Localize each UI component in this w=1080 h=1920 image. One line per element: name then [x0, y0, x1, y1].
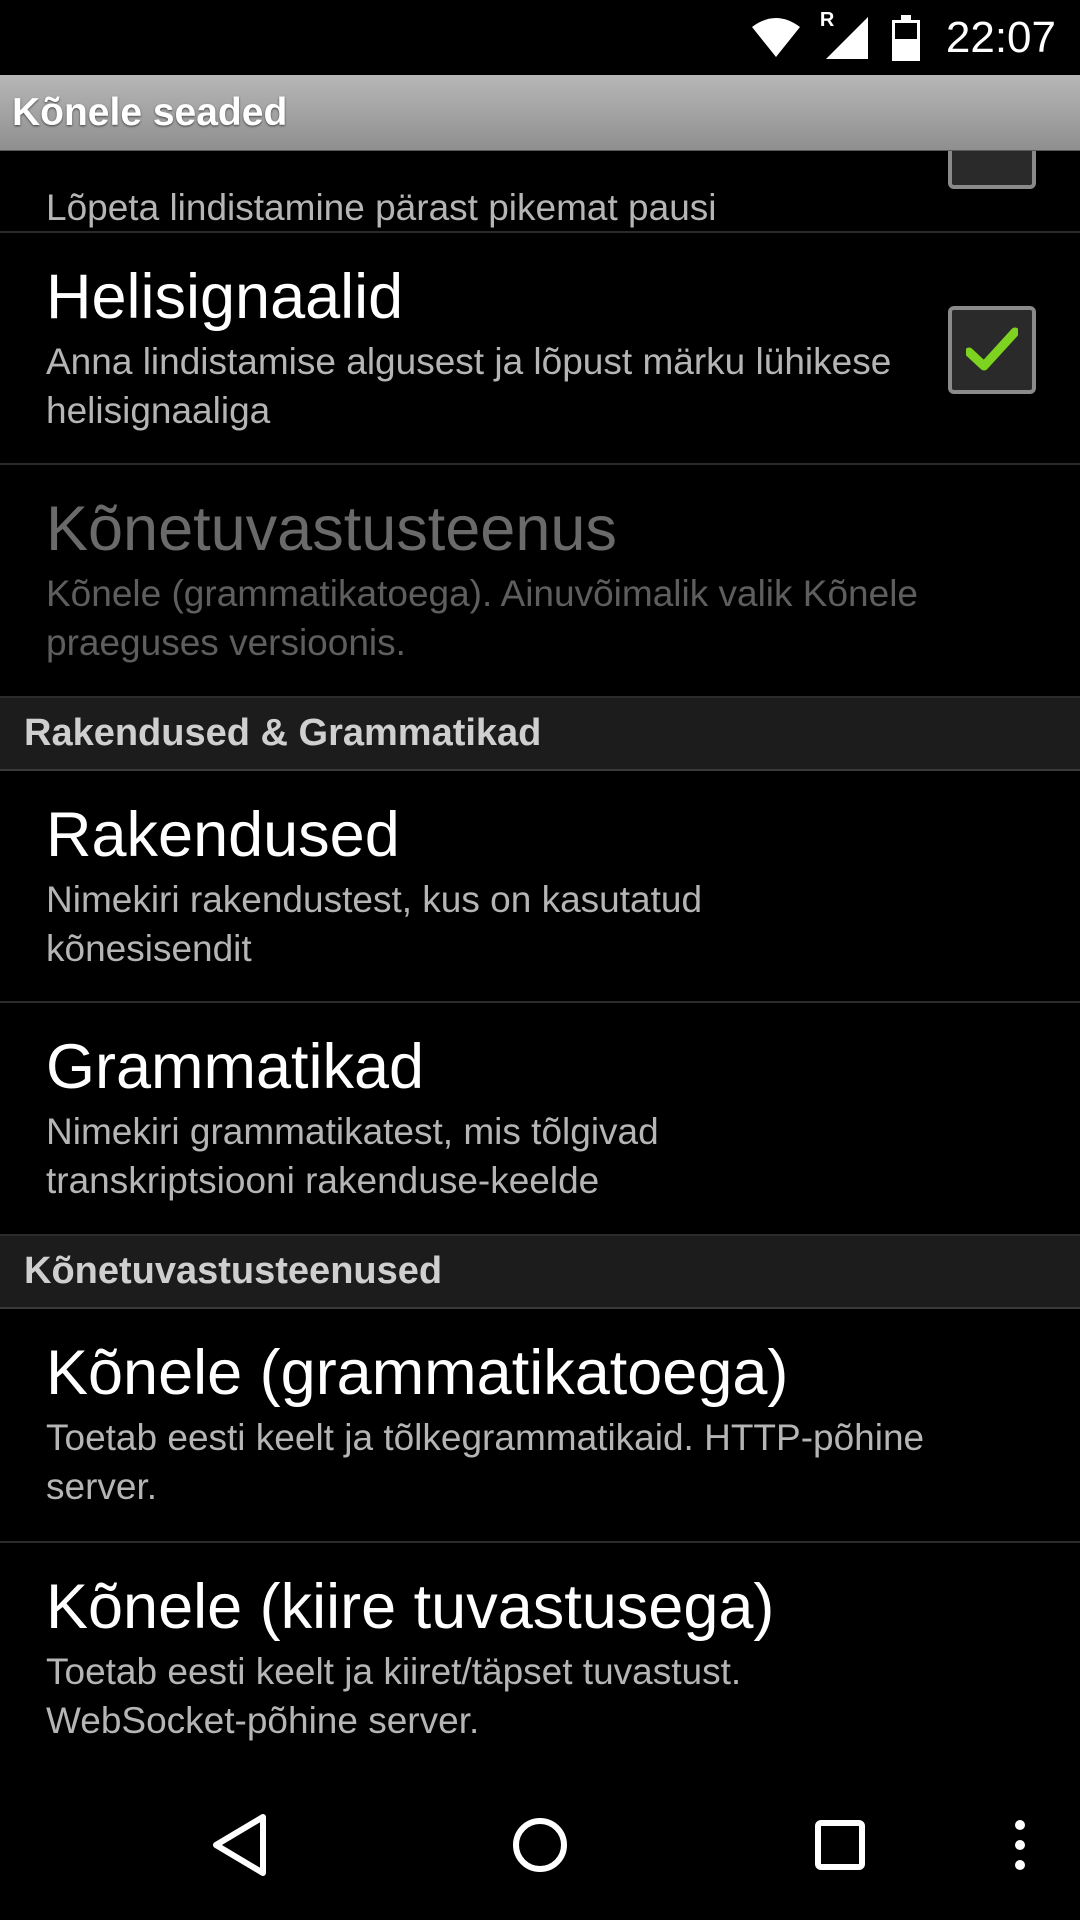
pref-grammatikad[interactable]: Grammatikad Nimekiri grammatikatest, mis… — [0, 1003, 1080, 1236]
pref-service-fast[interactable]: Kõnele (kiire tuvastusega) Toetab eesti … — [0, 1543, 1080, 1751]
pref-title: Rakendused — [46, 800, 400, 870]
app-title: Kõnele seaded — [12, 91, 288, 134]
pref-service-grammar[interactable]: Kõnele (grammatikatoega) Toetab eesti ke… — [0, 1309, 1080, 1543]
home-button[interactable] — [480, 1770, 600, 1920]
category-apps-grammars: Rakendused & Grammatikad — [0, 698, 1080, 771]
pref-helisignaalid[interactable]: Helisignaalid Anna lindistamise algusest… — [0, 233, 1080, 465]
app-title-bar: Kõnele seaded — [0, 75, 1080, 151]
pref-summary: Anna lindistamise algusest ja lõpust mär… — [46, 341, 892, 431]
pref-summary: Kõnele (grammatikatoega). Ainuvõimalik v… — [46, 573, 918, 663]
pref-checkbox[interactable] — [948, 151, 1036, 189]
pref-rakendused[interactable]: Rakendused Nimekiri rakendustest, kus on… — [0, 771, 1080, 1003]
preferences-list[interactable]: Lõpeta lindistamine pärast pikemat pausi… — [0, 151, 1080, 1751]
wifi-icon — [750, 17, 802, 59]
back-icon — [213, 1814, 266, 1876]
category-label: Kõnetuvastusteenused — [24, 1250, 443, 1292]
pref-title: Helisignaalid — [46, 262, 404, 332]
pref-title: Kõnele (kiire tuvastusega) — [46, 1572, 775, 1642]
pref-summary: Toetab eesti keelt ja kiiret/täpset tuva… — [46, 1651, 742, 1741]
signal-icon: R — [820, 9, 870, 61]
pref-summary: Toetab eesti keelt ja tõlkegrammatikaid.… — [46, 1417, 925, 1507]
home-icon — [513, 1818, 567, 1872]
navigation-bar — [0, 1770, 1080, 1920]
pref-konetuvastusteenus: Kõnetuvastusteenus Kõnele (grammatikatoe… — [0, 465, 1080, 698]
pref-title: Grammatikad — [46, 1032, 425, 1102]
checkmark-icon — [966, 327, 1018, 371]
status-icons: R 22:07 — [750, 0, 1056, 75]
clock: 22:07 — [945, 12, 1056, 62]
category-services: Kõnetuvastusteenused — [0, 1236, 1080, 1309]
battery-icon — [891, 14, 920, 61]
recents-icon — [815, 1820, 865, 1870]
pref-title: Kõnele (grammatikatoega) — [46, 1338, 789, 1408]
pref-summary: Nimekiri grammatikatest, mis tõlgivad tr… — [46, 1111, 659, 1201]
roaming-indicator: R — [819, 8, 835, 31]
pref-summary: Nimekiri rakendustest, kus on kasutatud … — [46, 879, 703, 969]
pref-title: Kõnetuvastusteenus — [46, 494, 617, 564]
pref-stop-recording-on-pause[interactable]: Lõpeta lindistamine pärast pikemat pausi — [0, 151, 1080, 233]
helisignaalid-checkbox[interactable] — [948, 306, 1036, 394]
back-button[interactable] — [180, 1770, 300, 1920]
recents-button[interactable] — [780, 1770, 900, 1920]
pref-summary: Lõpeta lindistamine pärast pikemat pausi — [46, 187, 717, 228]
status-bar: R 22:07 — [0, 0, 1080, 75]
overflow-menu-button[interactable] — [990, 1770, 1050, 1920]
overflow-menu-icon — [1015, 1820, 1025, 1870]
category-label: Rakendused & Grammatikad — [24, 712, 542, 754]
